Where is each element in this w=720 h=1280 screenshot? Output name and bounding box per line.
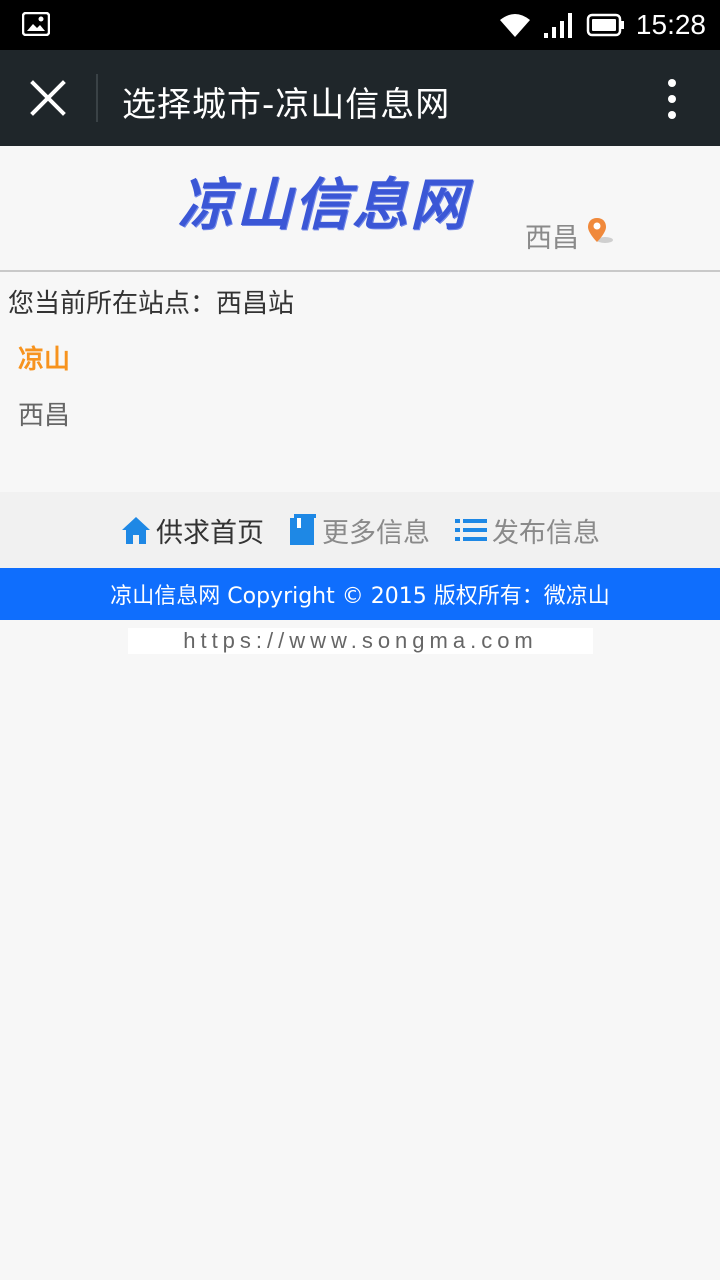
battery-icon <box>586 13 624 37</box>
city-list: 凉山 西昌 <box>18 342 70 454</box>
signal-icon <box>543 13 572 38</box>
city-province[interactable]: 凉山 <box>18 342 70 398</box>
site-url[interactable]: https://www.songma.com <box>128 628 593 654</box>
image-notification-icon <box>22 12 50 36</box>
nav-publish[interactable]: 发布信息 <box>454 511 600 550</box>
site-header: 凉山信息网 西昌 <box>0 146 720 272</box>
book-icon <box>290 514 316 545</box>
city-item-xichang[interactable]: 西昌 <box>18 398 70 454</box>
list-icon <box>455 519 487 541</box>
current-city[interactable]: 西昌 <box>525 216 579 255</box>
nav-home-label: 供求首页 <box>156 517 264 549</box>
home-icon <box>122 517 150 544</box>
title-bar: 选择城市-凉山信息网 <box>0 50 720 146</box>
nav-home[interactable]: 供求首页 <box>120 511 264 550</box>
title-divider <box>96 74 98 122</box>
nav-publish-label: 发布信息 <box>492 517 600 549</box>
more-options-icon[interactable] <box>664 76 680 122</box>
wifi-icon <box>499 14 530 37</box>
page-title: 选择城市-凉山信息网 <box>122 85 451 125</box>
nav-more[interactable]: 更多信息 <box>288 511 430 550</box>
status-bar: 15:28 <box>0 0 720 50</box>
bottom-nav: 供求首页 更多信息 发布信息 <box>0 492 720 568</box>
current-site-label: 您当前所在站点：西昌站 <box>8 289 295 319</box>
status-time: 15:28 <box>635 9 706 40</box>
copyright-footer: 凉山信息网 Copyright © 2015 版权所有：微凉山 <box>0 568 720 620</box>
site-logo[interactable]: 凉山信息网 <box>178 172 468 238</box>
close-icon[interactable] <box>28 78 68 118</box>
location-pin-icon[interactable] <box>585 216 615 246</box>
nav-more-label: 更多信息 <box>322 517 430 549</box>
